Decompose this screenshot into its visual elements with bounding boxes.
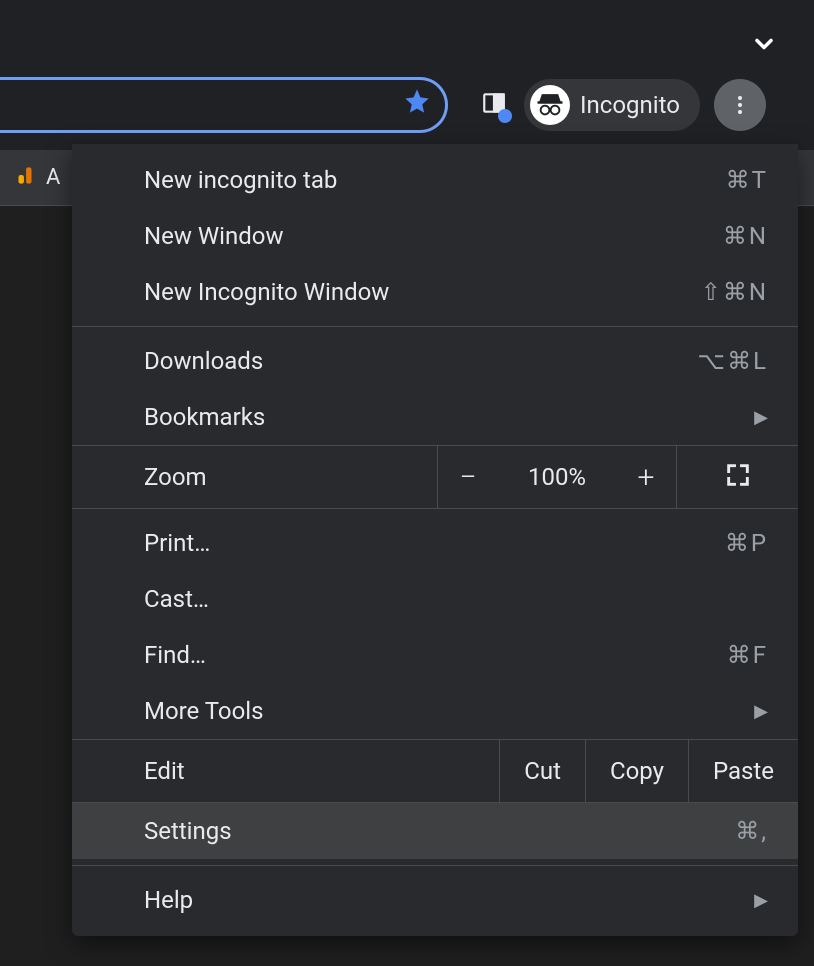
menu-item-shortcut: ⌥⌘L [697, 347, 768, 375]
menu-item-label: New Window [144, 222, 723, 250]
menu-item-shortcut: ⌘T [726, 166, 768, 194]
menu-item-shortcut: ⇧⌘N [701, 278, 768, 306]
menu-item-shortcut: ⌘F [727, 641, 768, 669]
incognito-indicator[interactable]: Incognito [524, 79, 700, 131]
menu-item-shortcut: ⌘P [725, 529, 768, 557]
menu-item-downloads[interactable]: Downloads ⌥⌘L [72, 333, 798, 389]
menu-item-label: Settings [144, 817, 735, 845]
menu-item-label: Bookmarks [144, 403, 754, 431]
bookmark-item-label: A [46, 165, 60, 190]
chrome-menu-button[interactable] [714, 79, 766, 131]
zoom-value: 100% [498, 446, 616, 508]
edit-label: Edit [72, 740, 500, 802]
zoom-label: Zoom [72, 446, 438, 508]
address-bar[interactable] [0, 77, 448, 133]
browser-toolbar: Incognito [0, 75, 814, 135]
copy-button[interactable]: Copy [586, 740, 689, 802]
incognito-avatar-icon [530, 85, 570, 125]
menu-item-print[interactable]: Print… ⌘P [72, 515, 798, 571]
menu-item-label: Print… [144, 529, 725, 557]
menu-item-new-window[interactable]: New Window ⌘N [72, 208, 798, 264]
menu-item-settings[interactable]: Settings ⌘, [72, 803, 798, 859]
menu-separator [72, 326, 798, 327]
fullscreen-icon [724, 461, 752, 493]
menu-item-new-incognito-tab[interactable]: New incognito tab ⌘T [72, 152, 798, 208]
notification-dot-icon [498, 109, 512, 123]
menu-item-new-incognito-window[interactable]: New Incognito Window ⇧⌘N [72, 264, 798, 320]
window-chevron-down-icon[interactable] [750, 30, 778, 65]
menu-item-label: Downloads [144, 347, 697, 375]
menu-item-find[interactable]: Find… ⌘F [72, 627, 798, 683]
zoom-out-button[interactable]: − [438, 446, 498, 508]
menu-item-label: Cast… [144, 585, 768, 613]
submenu-arrow-icon: ▶ [754, 407, 768, 428]
paste-button[interactable]: Paste [689, 740, 798, 802]
zoom-in-button[interactable]: + [616, 446, 676, 508]
submenu-arrow-icon: ▶ [754, 890, 768, 911]
menu-item-label: New Incognito Window [144, 278, 701, 306]
menu-separator [72, 865, 798, 866]
menu-item-help[interactable]: Help ▶ [72, 872, 798, 928]
cut-button[interactable]: Cut [500, 740, 586, 802]
menu-item-label: New incognito tab [144, 166, 726, 194]
analytics-icon [12, 162, 38, 194]
bookmark-item[interactable]: A [12, 162, 60, 194]
bookmark-star-icon[interactable] [403, 87, 431, 123]
menu-item-cast[interactable]: Cast… [72, 571, 798, 627]
menu-item-shortcut: ⌘, [735, 817, 768, 845]
chrome-main-menu: New incognito tab ⌘T New Window ⌘N New I… [72, 144, 798, 936]
menu-item-edit: Edit Cut Copy Paste [72, 739, 798, 803]
menu-item-label: More Tools [144, 697, 754, 725]
menu-item-label: Help [144, 886, 754, 914]
side-panel-button[interactable] [478, 89, 510, 121]
menu-item-zoom: Zoom − 100% + [72, 445, 798, 509]
fullscreen-button[interactable] [676, 446, 798, 508]
incognito-label: Incognito [580, 91, 680, 119]
submenu-arrow-icon: ▶ [754, 701, 768, 722]
menu-item-more-tools[interactable]: More Tools ▶ [72, 683, 798, 739]
menu-item-label: Find… [144, 641, 727, 669]
menu-item-shortcut: ⌘N [723, 222, 768, 250]
menu-item-bookmarks[interactable]: Bookmarks ▶ [72, 389, 798, 445]
